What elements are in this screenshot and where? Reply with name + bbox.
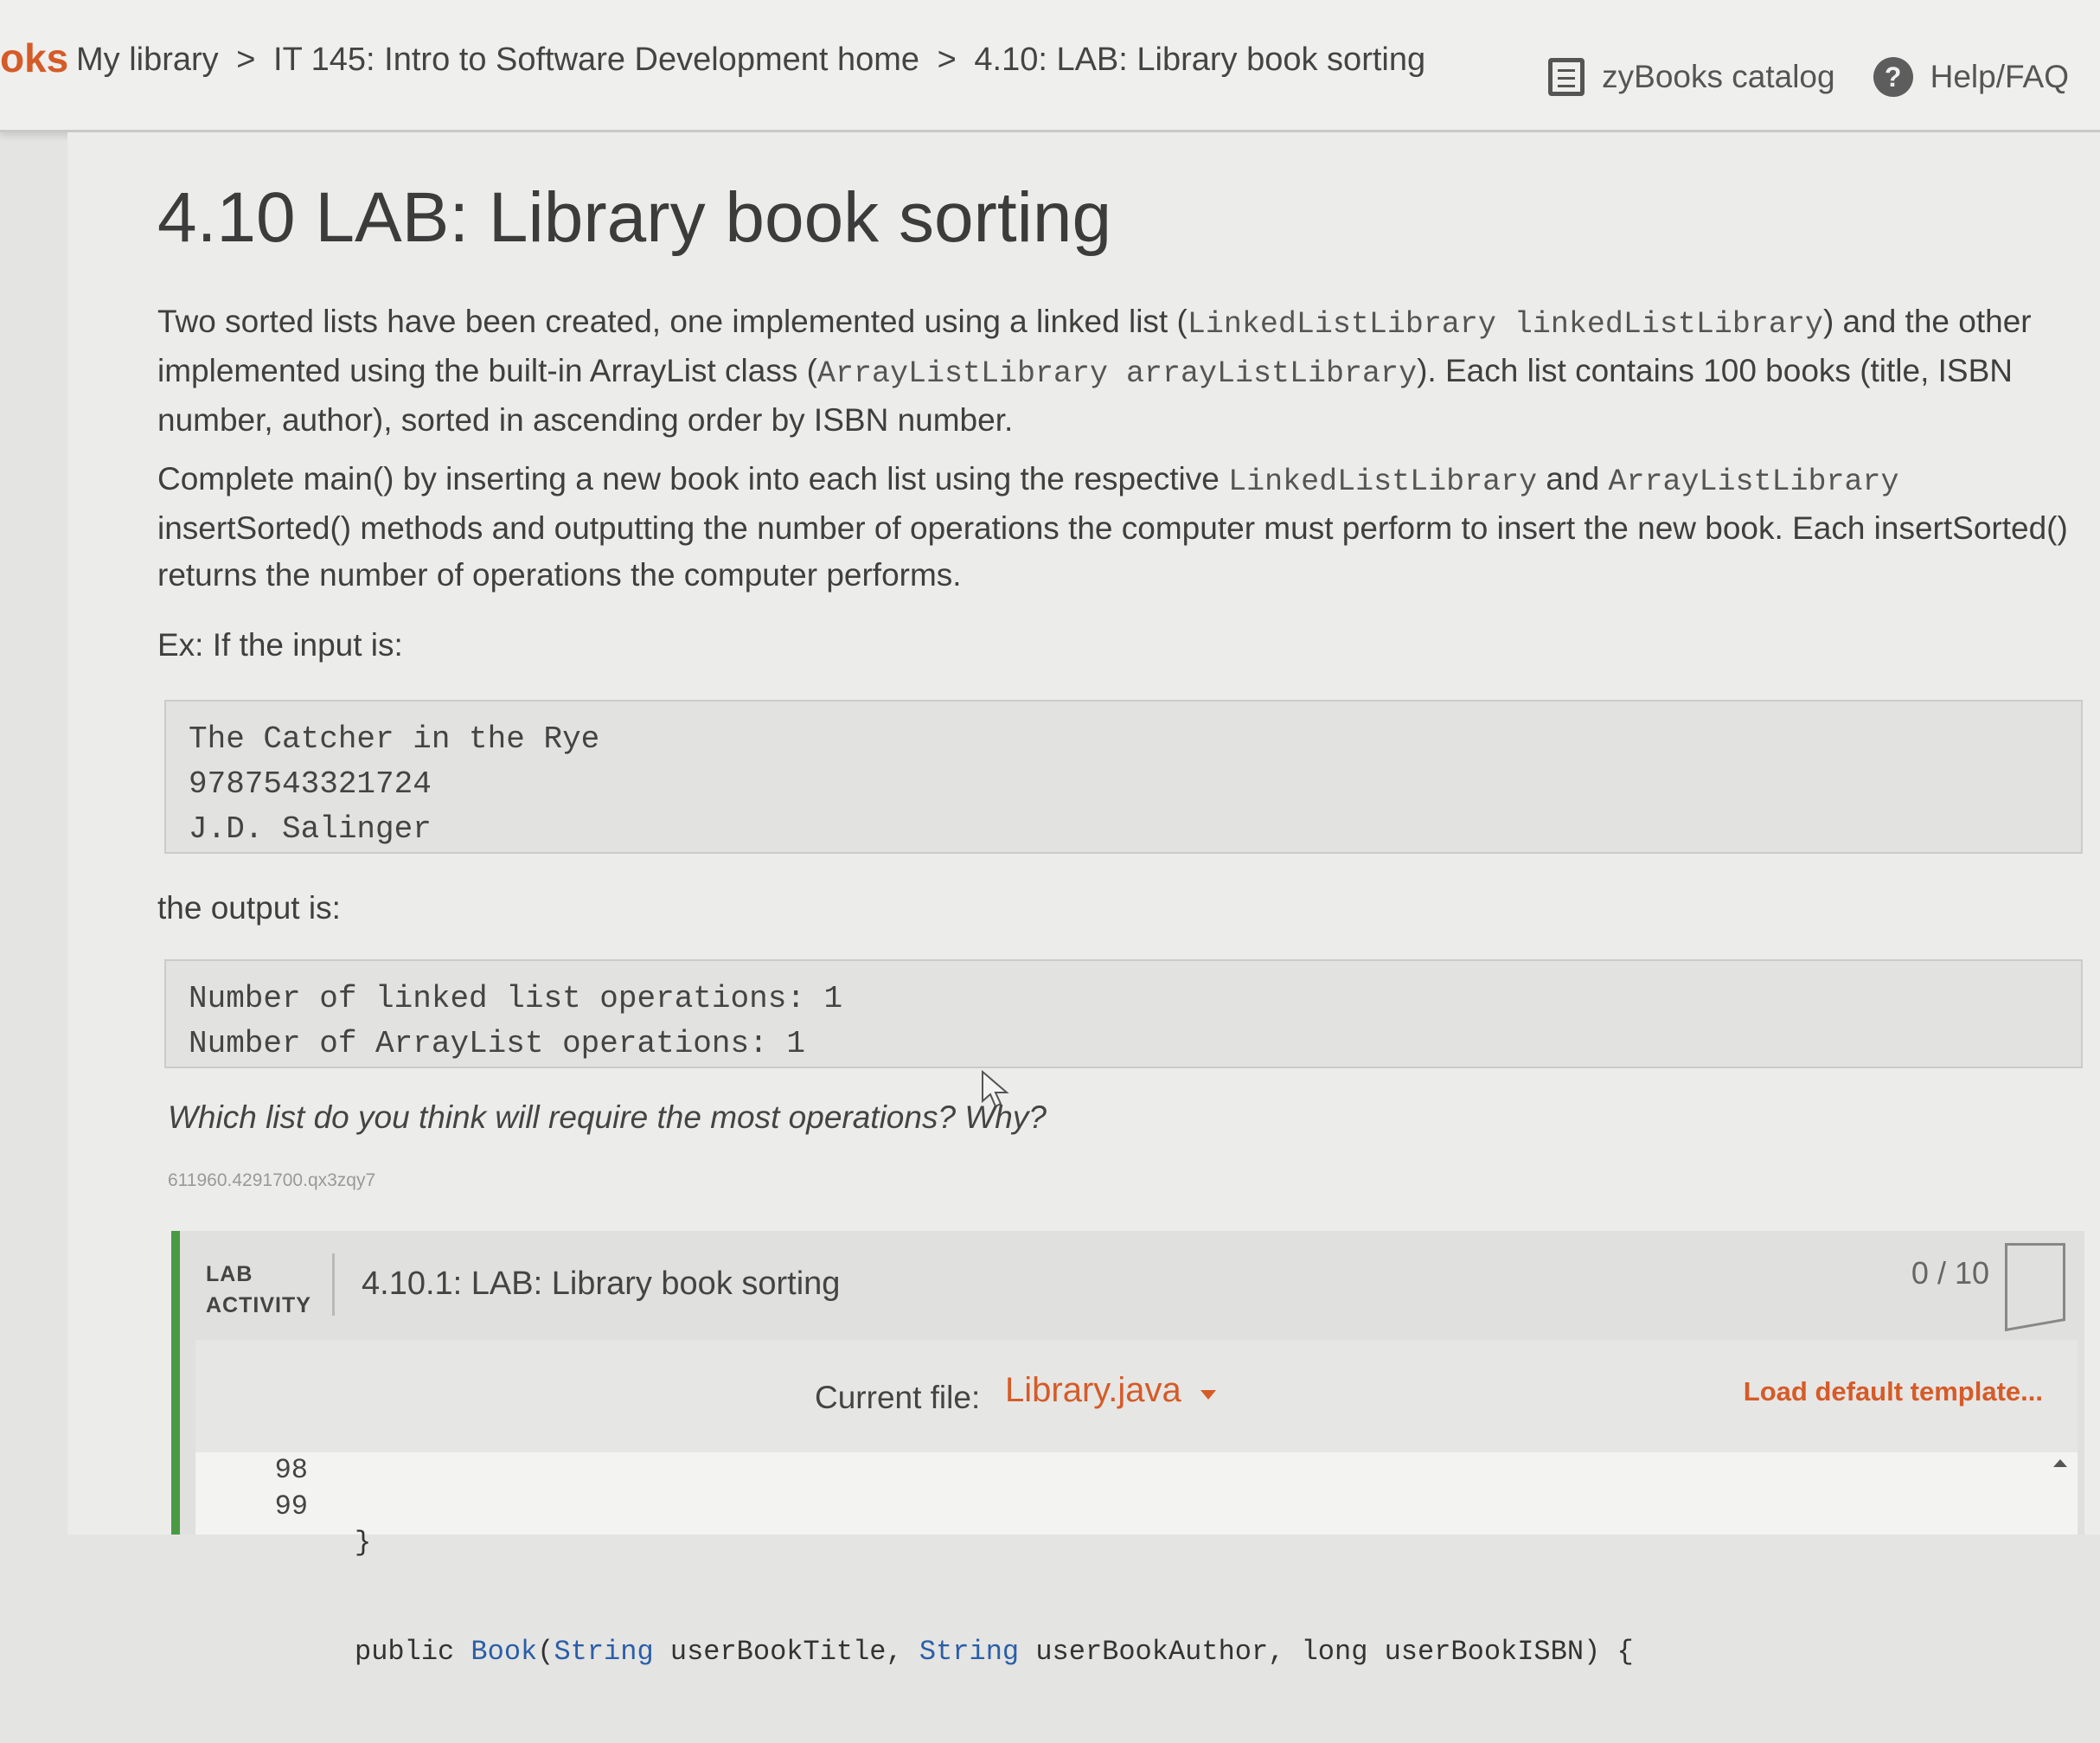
input-line: The Catcher in the Rye xyxy=(189,721,600,757)
task-text-1: Complete main() by inserting a new book … xyxy=(157,461,1229,497)
lab-divider xyxy=(332,1253,335,1316)
code-line[interactable]: public Book(String userBookTitle, String… xyxy=(355,1634,1634,1670)
file-selector-row: Current file: Library.java Load default … xyxy=(195,1364,2078,1416)
code-line[interactable]: } xyxy=(355,1525,1634,1561)
help-question-icon: ? xyxy=(1873,57,1913,97)
input-intro: Ex: If the input is: xyxy=(157,627,403,663)
code-token: userBookISBN) { xyxy=(1367,1636,1634,1668)
chevron-down-icon[interactable] xyxy=(1200,1390,1216,1400)
line-number: 98 xyxy=(274,1454,308,1486)
breadcrumb-current-section: 4.10: LAB: Library book sorting xyxy=(974,42,1426,78)
help-label: Help/FAQ xyxy=(1930,59,2069,94)
breadcrumb-course-home[interactable]: IT 145: Intro to Software Development ho… xyxy=(273,42,919,78)
output-intro: the output is: xyxy=(157,890,341,926)
top-right-links: zyBooks catalog ? Help/FAQ xyxy=(1510,57,2069,97)
lab-label-line: LAB xyxy=(206,1262,253,1286)
intro-code-2: ArrayListLibrary arrayListLibrary xyxy=(816,356,1418,391)
output-line: Number of linked list operations: 1 xyxy=(189,981,843,1016)
main-content: 4.10 LAB: Library book sorting Two sorte… xyxy=(67,132,2100,1668)
catalog-label: zyBooks catalog xyxy=(1602,59,1835,94)
task-code-1: LinkedListLibrary xyxy=(1228,465,1538,499)
code-token: } xyxy=(355,1527,372,1559)
input-line: J.D. Salinger xyxy=(189,811,432,847)
code-token: userBookTitle, xyxy=(653,1636,919,1668)
code-token: ( xyxy=(537,1636,554,1668)
code-type: String xyxy=(919,1636,1020,1668)
brand-logo[interactable]: oks xyxy=(0,35,68,81)
example-output-box: Number of linked list operations: 1 Numb… xyxy=(164,959,2083,1068)
breadcrumb: My library > IT 145: Intro to Software D… xyxy=(76,42,1425,79)
reflection-question: Which list do you think will require the… xyxy=(168,1099,1047,1135)
intro-paragraph: Two sorted lists have been created, one … xyxy=(157,298,2095,444)
code-type: String xyxy=(554,1636,654,1668)
load-default-template-button[interactable]: Load default template... xyxy=(1744,1376,2043,1407)
lab-activity-panel: LAB ACTIVITY 4.10.1: LAB: Library book s… xyxy=(171,1231,2084,1668)
catalog-link[interactable]: zyBooks catalog xyxy=(1548,58,1835,96)
lab-title: 4.10.1: LAB: Library book sorting xyxy=(362,1266,841,1302)
intro-code-1: LinkedListLibrary linkedListLibrary xyxy=(1187,307,1823,342)
lab-activity-label: LAB ACTIVITY xyxy=(206,1259,311,1321)
task-paragraph: Complete main() by inserting a new book … xyxy=(157,456,2095,599)
intro-text-1: Two sorted lists have been created, one … xyxy=(157,304,1188,339)
task-text-3: insertSorted() methods and outputting th… xyxy=(157,510,2068,593)
output-line: Number of ArrayList operations: 1 xyxy=(189,1026,805,1061)
code-keyword: public xyxy=(355,1636,471,1668)
code-editor-section: Current file: Library.java Load default … xyxy=(195,1340,2078,1668)
code-type: Book xyxy=(471,1636,538,1668)
help-link[interactable]: ? Help/FAQ xyxy=(1873,57,2069,97)
page-title: 4.10 LAB: Library book sorting xyxy=(157,178,1112,257)
line-number-gutter: 98 99 xyxy=(254,1452,308,1525)
book-catalog-icon xyxy=(1548,58,1585,96)
breadcrumb-separator: > xyxy=(236,42,256,78)
breadcrumb-separator: > xyxy=(937,42,957,78)
code-editor[interactable]: 98 99 } public Book(String userBookTitle… xyxy=(195,1452,2078,1668)
top-nav-bar: oks My library > IT 145: Intro to Softwa… xyxy=(0,0,2100,132)
task-text-2: and xyxy=(1537,461,1609,497)
code-token: userBookAuthor, xyxy=(1019,1636,1302,1668)
task-code-2: ArrayListLibrary xyxy=(1608,465,1899,499)
completion-badge-icon xyxy=(2005,1243,2065,1312)
activity-id-tag: 611960.4291700.qx3zqy7 xyxy=(168,1170,376,1190)
example-input-box: The Catcher in the Rye 9787543321724 J.D… xyxy=(164,700,2083,854)
code-lines[interactable]: } public Book(String userBookTitle, Stri… xyxy=(355,1452,1634,1743)
breadcrumb-my-library[interactable]: My library xyxy=(76,42,219,78)
line-number: 99 xyxy=(274,1490,308,1522)
scroll-up-arrow-icon[interactable] xyxy=(2053,1459,2067,1467)
current-file-label: Current file: xyxy=(815,1380,981,1415)
file-dropdown[interactable]: Library.java xyxy=(1005,1371,1181,1410)
code-keyword: long xyxy=(1301,1636,1368,1668)
input-line: 9787543321724 xyxy=(189,766,432,802)
score-display: 0 / 10 xyxy=(1911,1255,1989,1291)
lab-label-line: ACTIVITY xyxy=(206,1293,311,1317)
